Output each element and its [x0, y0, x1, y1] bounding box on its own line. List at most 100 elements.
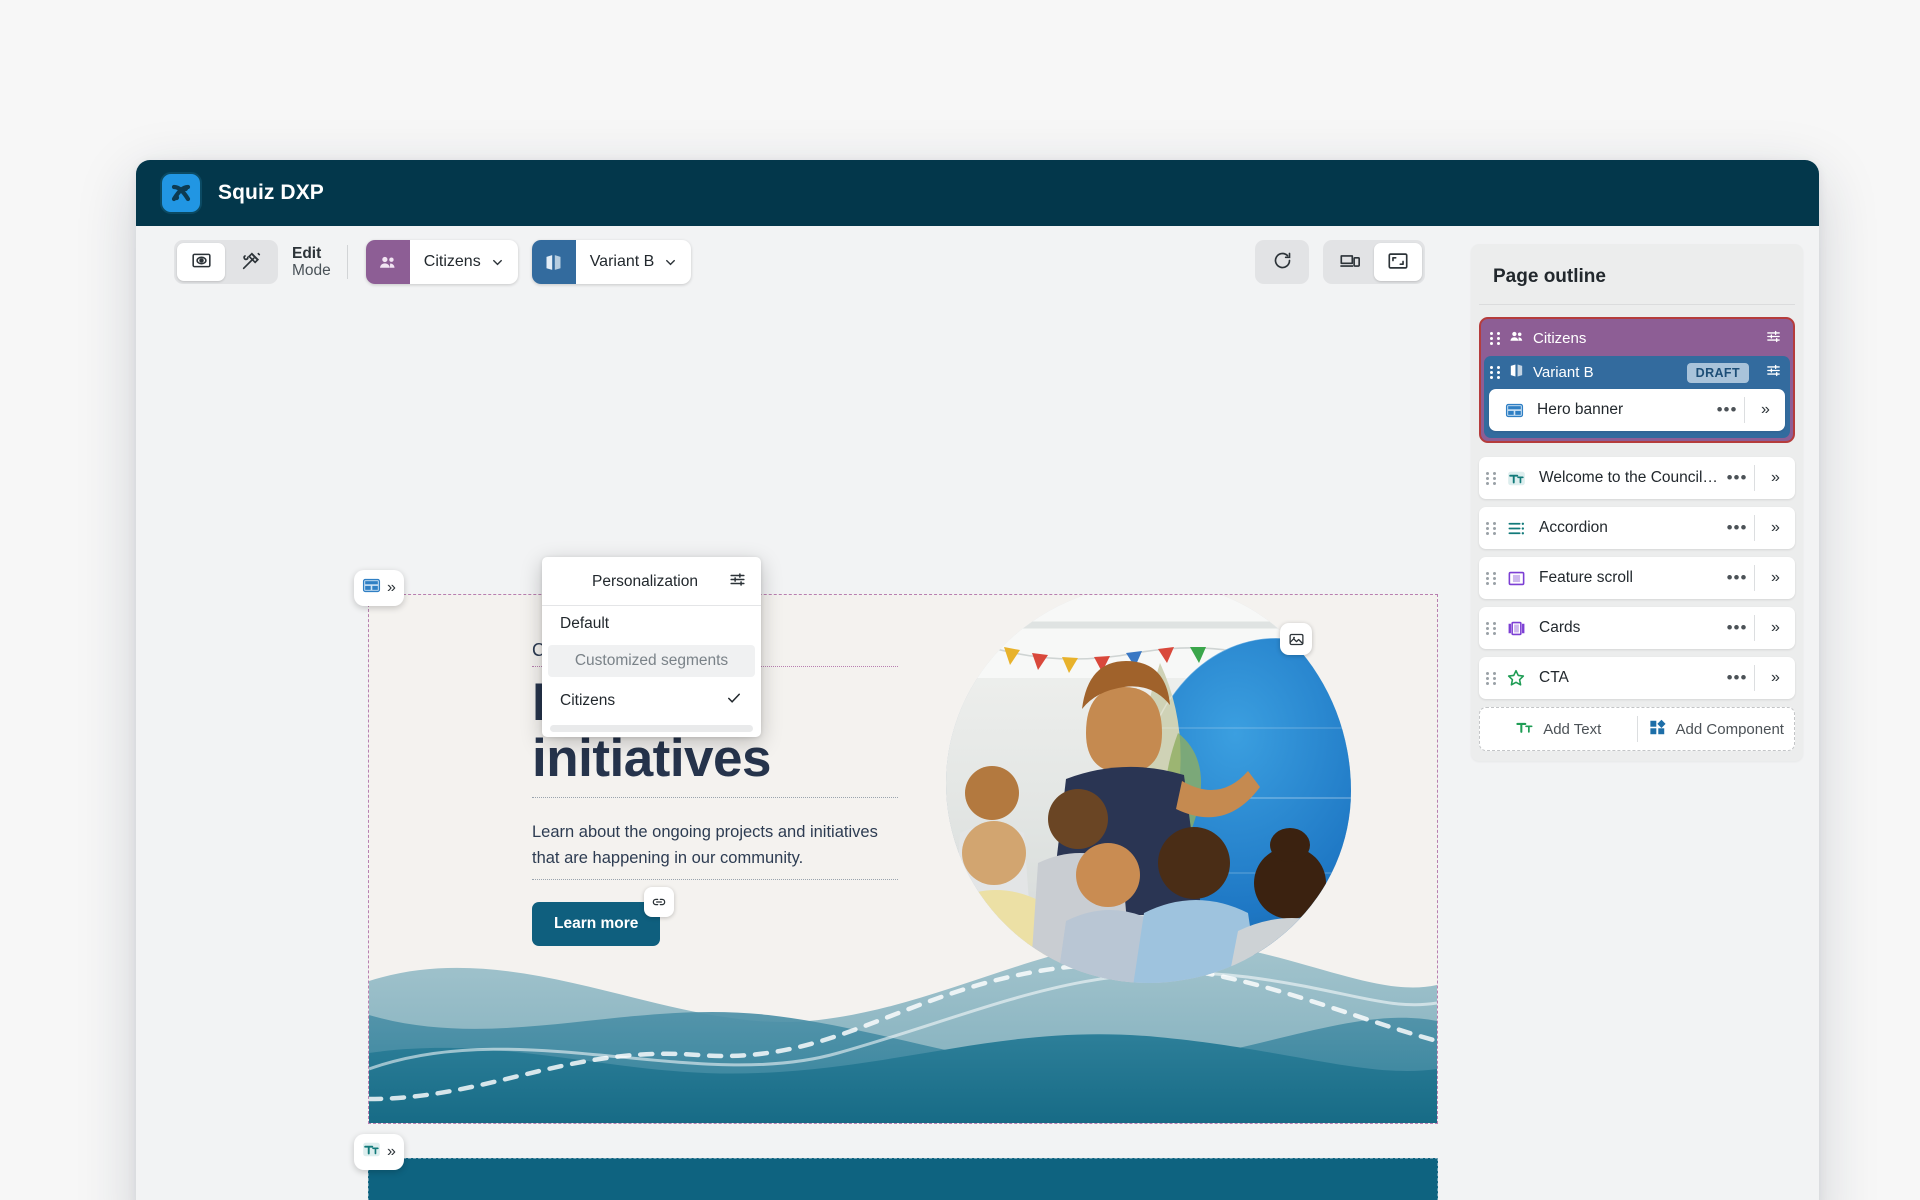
welcome-heading: Welcome to the Council of Squiz [369, 1159, 1437, 1200]
drag-handle-icon[interactable] [1479, 671, 1503, 685]
toolbar-divider [346, 245, 348, 279]
drag-handle-icon[interactable] [1490, 332, 1500, 345]
welcome-text-section[interactable]: Welcome to the Council of Squiz Serving … [368, 1158, 1438, 1200]
check-icon [725, 689, 743, 712]
edit-mode-button[interactable] [227, 243, 275, 281]
hero-description[interactable]: Learn about the ongoing projects and ini… [532, 820, 898, 880]
variant-settings-icon[interactable] [1765, 362, 1782, 384]
menu-item-default[interactable]: Default [542, 606, 761, 642]
drag-handle-icon[interactable] [1479, 521, 1503, 535]
edit-mode-line2: Mode [292, 262, 331, 279]
app-titlebar: Squiz DXP [136, 160, 1819, 226]
menu-scrollbar[interactable] [550, 725, 753, 732]
text-tt-icon [362, 1140, 381, 1164]
cta-star-icon [1503, 668, 1529, 688]
add-component-label: Add Component [1675, 720, 1784, 738]
page-outline-pane: Page outline Citizens Variant B DRAFT He… [1461, 226, 1819, 1200]
edit-mode-label: Edit Mode [292, 245, 331, 280]
outline-item-label: Accordion [1539, 519, 1608, 536]
outline-item-label: Cards [1539, 619, 1581, 636]
toolbar-right-group [1255, 240, 1425, 284]
outline-item-cards[interactable]: Cards ••• » [1479, 607, 1795, 649]
app-window: Squiz DXP Edit Mode Citizens Variant B P… [136, 160, 1819, 1200]
edit-wand-icon [240, 250, 262, 275]
add-component-button[interactable]: Add Component [1638, 708, 1795, 750]
refresh-button[interactable] [1258, 243, 1306, 281]
personalization-menu-title: Personalization [592, 573, 698, 590]
hero-banner-layout-icon [362, 576, 381, 600]
learn-more-label: Learn more [554, 914, 639, 932]
outline-variant-row[interactable]: Variant B DRAFT [1484, 356, 1790, 389]
outline-item-cta[interactable]: CTA ••• » [1479, 657, 1795, 699]
learn-more-button[interactable]: Learn more [532, 886, 675, 946]
app-body: Edit Mode Citizens Variant B Personaliza… [136, 226, 1819, 1200]
mode-toggle-group [174, 240, 278, 284]
outline-item-expand-button[interactable]: » [1755, 669, 1795, 687]
audience-settings-icon[interactable] [1765, 328, 1782, 350]
drag-handle-icon[interactable] [1490, 366, 1500, 379]
preview-mode-button[interactable] [177, 243, 225, 281]
variant-split-icon [531, 240, 576, 284]
audience-people-icon [365, 240, 410, 284]
responsive-devices-icon [1339, 250, 1361, 275]
outline-item-more-button[interactable]: ••• [1720, 568, 1754, 588]
variant-label: Variant B [589, 253, 655, 270]
outline-item-label: Feature scroll [1539, 569, 1633, 586]
outline-item-more-button[interactable]: ••• [1720, 618, 1754, 638]
refresh-group [1255, 240, 1309, 284]
fullscreen-expand-icon [1387, 250, 1409, 275]
outline-item-more-button[interactable]: ••• [1720, 468, 1754, 488]
outline-item-label: Hero banner [1537, 401, 1624, 418]
hero-banner-section[interactable]: Citizens Local initiatives Learn about t… [368, 594, 1438, 1124]
welcome-text-chip[interactable]: » [354, 1134, 404, 1170]
text-tt-icon [1503, 469, 1529, 488]
audience-people-icon [1508, 328, 1525, 350]
outline-variant-label: Variant B [1533, 364, 1594, 381]
outline-item-accordion[interactable]: Accordion ••• » [1479, 507, 1795, 549]
drag-handle-icon[interactable] [1479, 621, 1503, 635]
outline-item-expand-button[interactable]: » [1755, 619, 1795, 637]
outline-item-hero-banner[interactable]: Hero banner ••• » [1489, 389, 1785, 431]
drag-handle-icon[interactable] [1479, 471, 1503, 485]
hero-banner-chip[interactable]: » [354, 570, 404, 606]
image-picture-icon[interactable] [1280, 623, 1312, 655]
sliders-settings-icon[interactable] [728, 570, 747, 594]
feature-scroll-icon [1503, 569, 1529, 588]
outline-item-more-button[interactable]: ••• [1720, 518, 1754, 538]
editor-pane: Edit Mode Citizens Variant B Personaliza… [136, 226, 1461, 1200]
outline-item-expand-button[interactable]: » [1745, 401, 1785, 419]
hero-chip-expand[interactable]: » [387, 580, 396, 596]
add-text-button[interactable]: Add Text [1480, 708, 1637, 750]
outline-audience-row[interactable]: Citizens [1484, 322, 1790, 355]
hero-inner: Citizens Local initiatives Learn about t… [369, 595, 1437, 1123]
variant-selector[interactable]: Variant B [531, 240, 692, 284]
screenshot-root: Squiz DXP Edit Mode Citizens Variant B P… [0, 0, 1920, 1200]
outline-item-label: Welcome to the Council of Squ... [1539, 469, 1720, 486]
audience-selector[interactable]: Citizens [365, 240, 518, 284]
outline-item-more-button[interactable]: ••• [1710, 400, 1744, 420]
drag-handle-icon[interactable] [1479, 571, 1503, 585]
outline-item-expand-button[interactable]: » [1755, 469, 1795, 487]
outline-item-label: CTA [1539, 669, 1569, 686]
fullscreen-button[interactable] [1374, 243, 1422, 281]
outline-item-feature-scroll[interactable]: Feature scroll ••• » [1479, 557, 1795, 599]
personalization-menu-header: Personalization [542, 559, 761, 606]
link-chain-icon[interactable] [644, 886, 675, 917]
chevron-down-icon[interactable] [490, 255, 518, 270]
status-badge: DRAFT [1686, 362, 1749, 383]
responsive-preview-button[interactable] [1326, 243, 1374, 281]
menu-item-citizens-label: Citizens [560, 691, 616, 709]
add-content-row: Add Text Add Component [1479, 707, 1795, 751]
outline-item-welcome-text[interactable]: Welcome to the Council of Squ... ••• » [1479, 457, 1795, 499]
welcome-chip-expand[interactable]: » [387, 1144, 396, 1160]
outline-item-expand-button[interactable]: » [1755, 519, 1795, 537]
chevron-down-icon[interactable] [663, 255, 691, 270]
text-tt-green-icon [1515, 718, 1534, 741]
outline-item-expand-button[interactable]: » [1755, 569, 1795, 587]
menu-item-citizens[interactable]: Citizens [542, 680, 761, 721]
personalization-dropdown[interactable]: Personalization Default Customized segme… [542, 557, 761, 737]
outline-item-more-button[interactable]: ••• [1720, 668, 1754, 688]
preview-eye-icon [191, 250, 212, 274]
add-component-blocks-icon [1648, 718, 1667, 741]
variant-group: Citizens Variant B DRAFT Hero banner •••… [1479, 317, 1795, 443]
